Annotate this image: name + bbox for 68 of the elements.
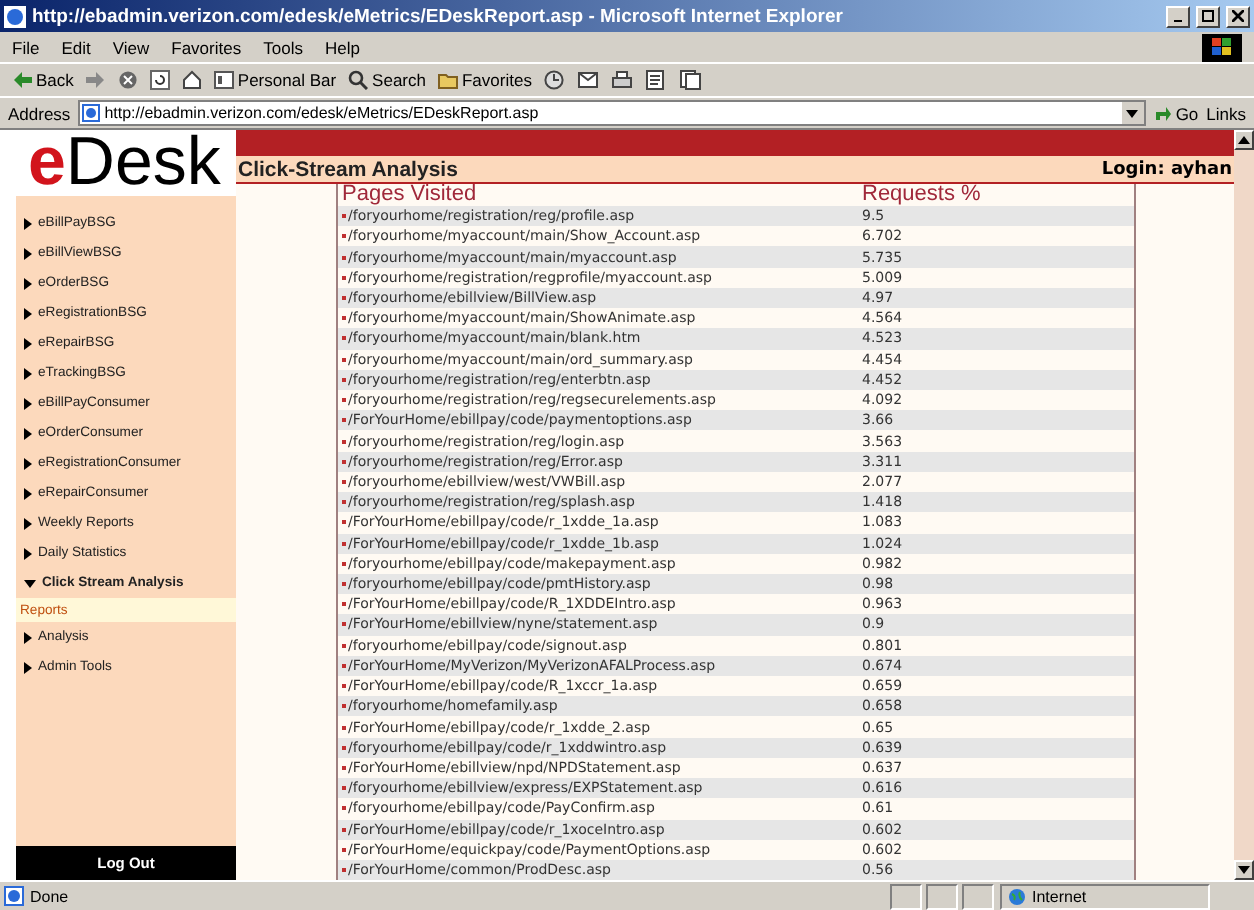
history-icon[interactable] <box>543 70 566 90</box>
document-icon[interactable] <box>679 70 702 90</box>
menu-item[interactable]: Help <box>324 37 360 57</box>
printer-icon[interactable] <box>611 70 634 90</box>
scrollbar[interactable] <box>1234 130 1254 880</box>
home-icon[interactable] <box>181 70 202 90</box>
window-title: http://ebadmin.verizon.com/edesk/eMetrics/EDeskReport.asp - Microsoft Internet Explorer <box>32 5 845 27</box>
menu-item[interactable]: Tools <box>263 37 303 57</box>
minimize-button[interactable] <box>1166 5 1190 27</box>
page-icon <box>82 104 101 122</box>
close-button[interactable] <box>1226 5 1250 27</box>
edit-icon[interactable] <box>645 70 668 90</box>
triangle-right-icon <box>24 397 32 409</box>
go-arrow-icon <box>1153 104 1172 122</box>
status-pane <box>926 883 958 909</box>
mail-icon[interactable] <box>577 70 600 90</box>
triangle-right-icon <box>24 427 32 439</box>
triangle-right-icon <box>24 661 32 673</box>
refresh-icon[interactable] <box>149 70 170 90</box>
address-field[interactable]: http://ebadmin.verizon.com/edesk/eMetrics/EDeskReport.asp <box>78 100 1146 126</box>
address-label: Address <box>8 103 71 123</box>
zone-text: Internet <box>1032 887 1087 905</box>
triangle-right-icon <box>24 517 32 529</box>
triangle-right-icon <box>24 457 32 469</box>
triangle-right-icon <box>24 307 32 319</box>
address-value: http://ebadmin.verizon.com/edesk/eMetrics/EDeskReport.asp <box>104 104 539 122</box>
column-header: Requests % <box>860 184 983 206</box>
menu-item[interactable]: File <box>12 37 40 57</box>
toolbar-button[interactable]: Personal Bar <box>213 70 337 90</box>
toolbar-button[interactable]: Back <box>12 70 74 90</box>
links-label[interactable]: Links <box>1206 103 1246 123</box>
close-icon <box>1232 10 1244 22</box>
page-heading: Click-Stream Analysis <box>238 157 458 181</box>
triangle-right-icon <box>24 487 32 499</box>
menu-item[interactable]: Edit <box>61 37 91 57</box>
folder-icon <box>437 70 458 90</box>
status-pane <box>890 883 922 909</box>
dropdown-arrow-icon[interactable] <box>1126 109 1139 117</box>
stop-icon[interactable] <box>117 70 138 90</box>
menu-item[interactable]: View <box>112 37 150 57</box>
triangle-right-icon <box>24 547 32 559</box>
back-arrow-icon <box>12 70 32 90</box>
triangle-right-icon <box>24 247 32 259</box>
browser-icon <box>4 5 26 27</box>
page-icon <box>4 886 24 906</box>
toolbar-button[interactable]: Favorites <box>437 70 532 90</box>
windows-flag-icon <box>1212 38 1232 56</box>
status-pane <box>962 883 994 909</box>
menu-item[interactable]: Favorites <box>171 37 242 57</box>
triangle-right-icon <box>24 217 32 229</box>
maximize-icon <box>1202 10 1214 22</box>
search-icon <box>348 70 369 90</box>
triangle-right-icon <box>24 367 32 379</box>
status-text: Done <box>30 887 69 905</box>
toolbar-button[interactable]: Search <box>348 70 426 90</box>
person-card-icon <box>213 70 234 90</box>
triangle-right-icon <box>24 631 32 643</box>
triangle-right-icon <box>24 337 32 349</box>
go-button[interactable]: Go <box>1153 103 1199 123</box>
triangle-down-icon <box>24 579 36 587</box>
edesk-logo: eDesk <box>16 130 236 196</box>
column-header: Pages Visited <box>340 184 479 206</box>
scroll-up-icon[interactable] <box>1238 136 1250 144</box>
maximize-button[interactable] <box>1196 5 1220 27</box>
login-label: Login: ayhan <box>1101 159 1232 179</box>
globe-icon <box>1008 887 1026 905</box>
triangle-right-icon <box>24 277 32 289</box>
scroll-down-icon[interactable] <box>1238 866 1250 874</box>
